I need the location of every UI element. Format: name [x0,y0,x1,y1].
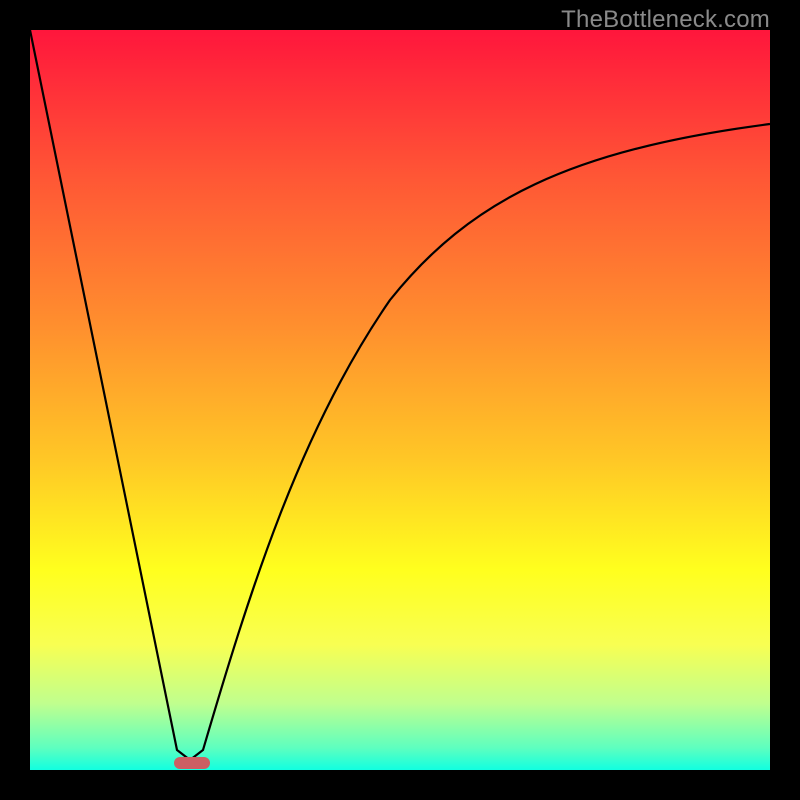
optimal-marker [174,757,210,769]
watermark-text: TheBottleneck.com [561,6,770,34]
chart-background [30,30,770,770]
